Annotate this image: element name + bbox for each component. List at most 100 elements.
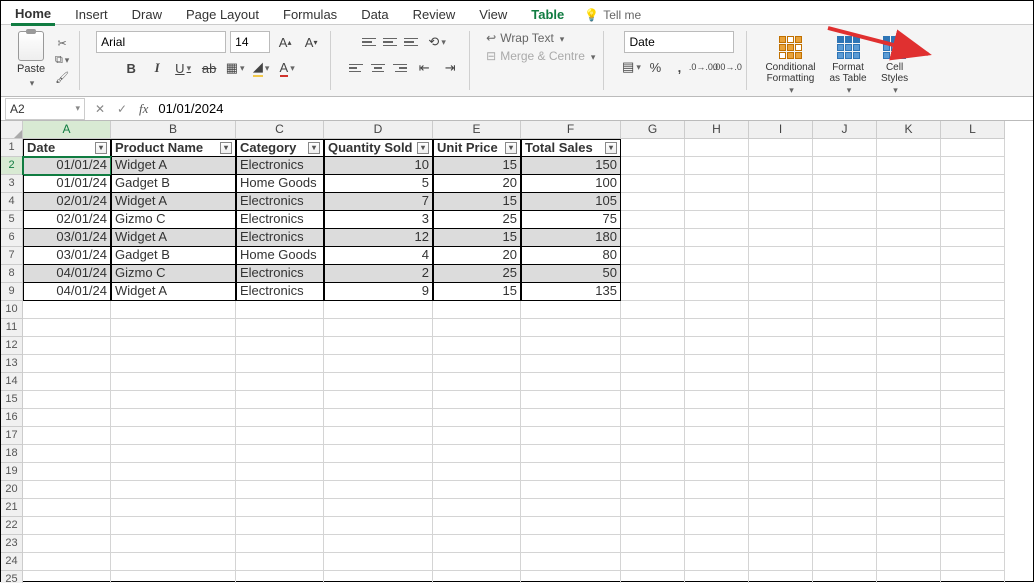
cell-D21[interactable] — [324, 499, 433, 517]
tab-review[interactable]: Review — [409, 5, 460, 24]
cell-J20[interactable] — [813, 481, 877, 499]
cell-J22[interactable] — [813, 517, 877, 535]
row-header[interactable]: 11 — [1, 319, 23, 337]
cell-L12[interactable] — [941, 337, 1005, 355]
cell-G23[interactable] — [621, 535, 685, 553]
accounting-format-button[interactable]: ▤ — [620, 56, 642, 78]
cell-F20[interactable] — [521, 481, 621, 499]
cell-K18[interactable] — [877, 445, 941, 463]
cell-C16[interactable] — [236, 409, 324, 427]
row-header[interactable]: 19 — [1, 463, 23, 481]
cell-G13[interactable] — [621, 355, 685, 373]
row-header[interactable]: 7 — [1, 247, 23, 265]
cell-G4[interactable] — [621, 193, 685, 211]
cell-C7[interactable]: Home Goods — [236, 247, 324, 265]
cell-J10[interactable] — [813, 301, 877, 319]
cell-H12[interactable] — [685, 337, 749, 355]
cell-L24[interactable] — [941, 553, 1005, 571]
cell-D16[interactable] — [324, 409, 433, 427]
cell-L10[interactable] — [941, 301, 1005, 319]
cell-B23[interactable] — [111, 535, 236, 553]
cell-F23[interactable] — [521, 535, 621, 553]
row-header[interactable]: 2 — [1, 157, 23, 175]
cell-C10[interactable] — [236, 301, 324, 319]
font-name-select[interactable] — [96, 31, 226, 53]
cell-G3[interactable] — [621, 175, 685, 193]
cell-L19[interactable] — [941, 463, 1005, 481]
cell-K3[interactable] — [877, 175, 941, 193]
cell-F25[interactable] — [521, 571, 621, 583]
align-center-button[interactable] — [368, 60, 388, 76]
cell-H11[interactable] — [685, 319, 749, 337]
cell-H24[interactable] — [685, 553, 749, 571]
cell-G12[interactable] — [621, 337, 685, 355]
cell-I11[interactable] — [749, 319, 813, 337]
cell-A20[interactable] — [23, 481, 111, 499]
cell-I8[interactable] — [749, 265, 813, 283]
cell-L1[interactable] — [941, 139, 1005, 157]
cell-F11[interactable] — [521, 319, 621, 337]
cell-C6[interactable]: Electronics — [236, 229, 324, 247]
underline-button[interactable]: U — [172, 57, 194, 79]
cell-K19[interactable] — [877, 463, 941, 481]
cell-B9[interactable]: Widget A — [111, 283, 236, 301]
cell-E13[interactable] — [433, 355, 521, 373]
column-header-F[interactable]: F — [521, 121, 621, 139]
cell-A9[interactable]: 04/01/24 — [23, 283, 111, 301]
cell-G6[interactable] — [621, 229, 685, 247]
cell-I1[interactable] — [749, 139, 813, 157]
cell-G1[interactable] — [621, 139, 685, 157]
cell-K5[interactable] — [877, 211, 941, 229]
cell-J1[interactable] — [813, 139, 877, 157]
cell-F10[interactable] — [521, 301, 621, 319]
cell-B19[interactable] — [111, 463, 236, 481]
name-box[interactable]: A2▾ — [5, 98, 85, 120]
cell-E17[interactable] — [433, 427, 521, 445]
column-header-G[interactable]: G — [621, 121, 685, 139]
decrease-font-button[interactable]: A▾ — [300, 31, 322, 53]
cell-A7[interactable]: 03/01/24 — [23, 247, 111, 265]
cell-J6[interactable] — [813, 229, 877, 247]
cell-I3[interactable] — [749, 175, 813, 193]
row-header[interactable]: 5 — [1, 211, 23, 229]
cell-G20[interactable] — [621, 481, 685, 499]
decrease-indent-button[interactable]: ⇤ — [413, 57, 435, 79]
filter-dropdown-icon[interactable]: ▾ — [605, 142, 617, 154]
cell-G24[interactable] — [621, 553, 685, 571]
cell-styles-button[interactable]: Cell Styles — [879, 31, 911, 98]
row-header[interactable]: 21 — [1, 499, 23, 517]
cell-K17[interactable] — [877, 427, 941, 445]
number-format-select[interactable] — [624, 31, 734, 53]
cell-F14[interactable] — [521, 373, 621, 391]
cell-L15[interactable] — [941, 391, 1005, 409]
cell-H25[interactable] — [685, 571, 749, 583]
tab-insert[interactable]: Insert — [71, 5, 112, 24]
cell-G8[interactable] — [621, 265, 685, 283]
cell-A14[interactable] — [23, 373, 111, 391]
filter-dropdown-icon[interactable]: ▾ — [417, 142, 429, 154]
cell-K7[interactable] — [877, 247, 941, 265]
cell-E8[interactable]: 25 — [433, 265, 521, 283]
cell-G19[interactable] — [621, 463, 685, 481]
orientation-button[interactable]: ⟲ — [426, 31, 448, 53]
cell-E16[interactable] — [433, 409, 521, 427]
cell-D23[interactable] — [324, 535, 433, 553]
cell-H9[interactable] — [685, 283, 749, 301]
cell-C2[interactable]: Electronics — [236, 157, 324, 175]
cell-A10[interactable] — [23, 301, 111, 319]
percent-format-button[interactable]: % — [644, 56, 666, 78]
cell-F21[interactable] — [521, 499, 621, 517]
cell-A17[interactable] — [23, 427, 111, 445]
cell-A5[interactable]: 02/01/24 — [23, 211, 111, 229]
column-header-I[interactable]: I — [749, 121, 813, 139]
row-header[interactable]: 10 — [1, 301, 23, 319]
cell-A12[interactable] — [23, 337, 111, 355]
cell-J14[interactable] — [813, 373, 877, 391]
cell-L6[interactable] — [941, 229, 1005, 247]
cell-I14[interactable] — [749, 373, 813, 391]
cell-E9[interactable]: 15 — [433, 283, 521, 301]
cell-K9[interactable] — [877, 283, 941, 301]
cell-F9[interactable]: 135 — [521, 283, 621, 301]
row-header[interactable]: 1 — [1, 139, 23, 157]
cell-J16[interactable] — [813, 409, 877, 427]
